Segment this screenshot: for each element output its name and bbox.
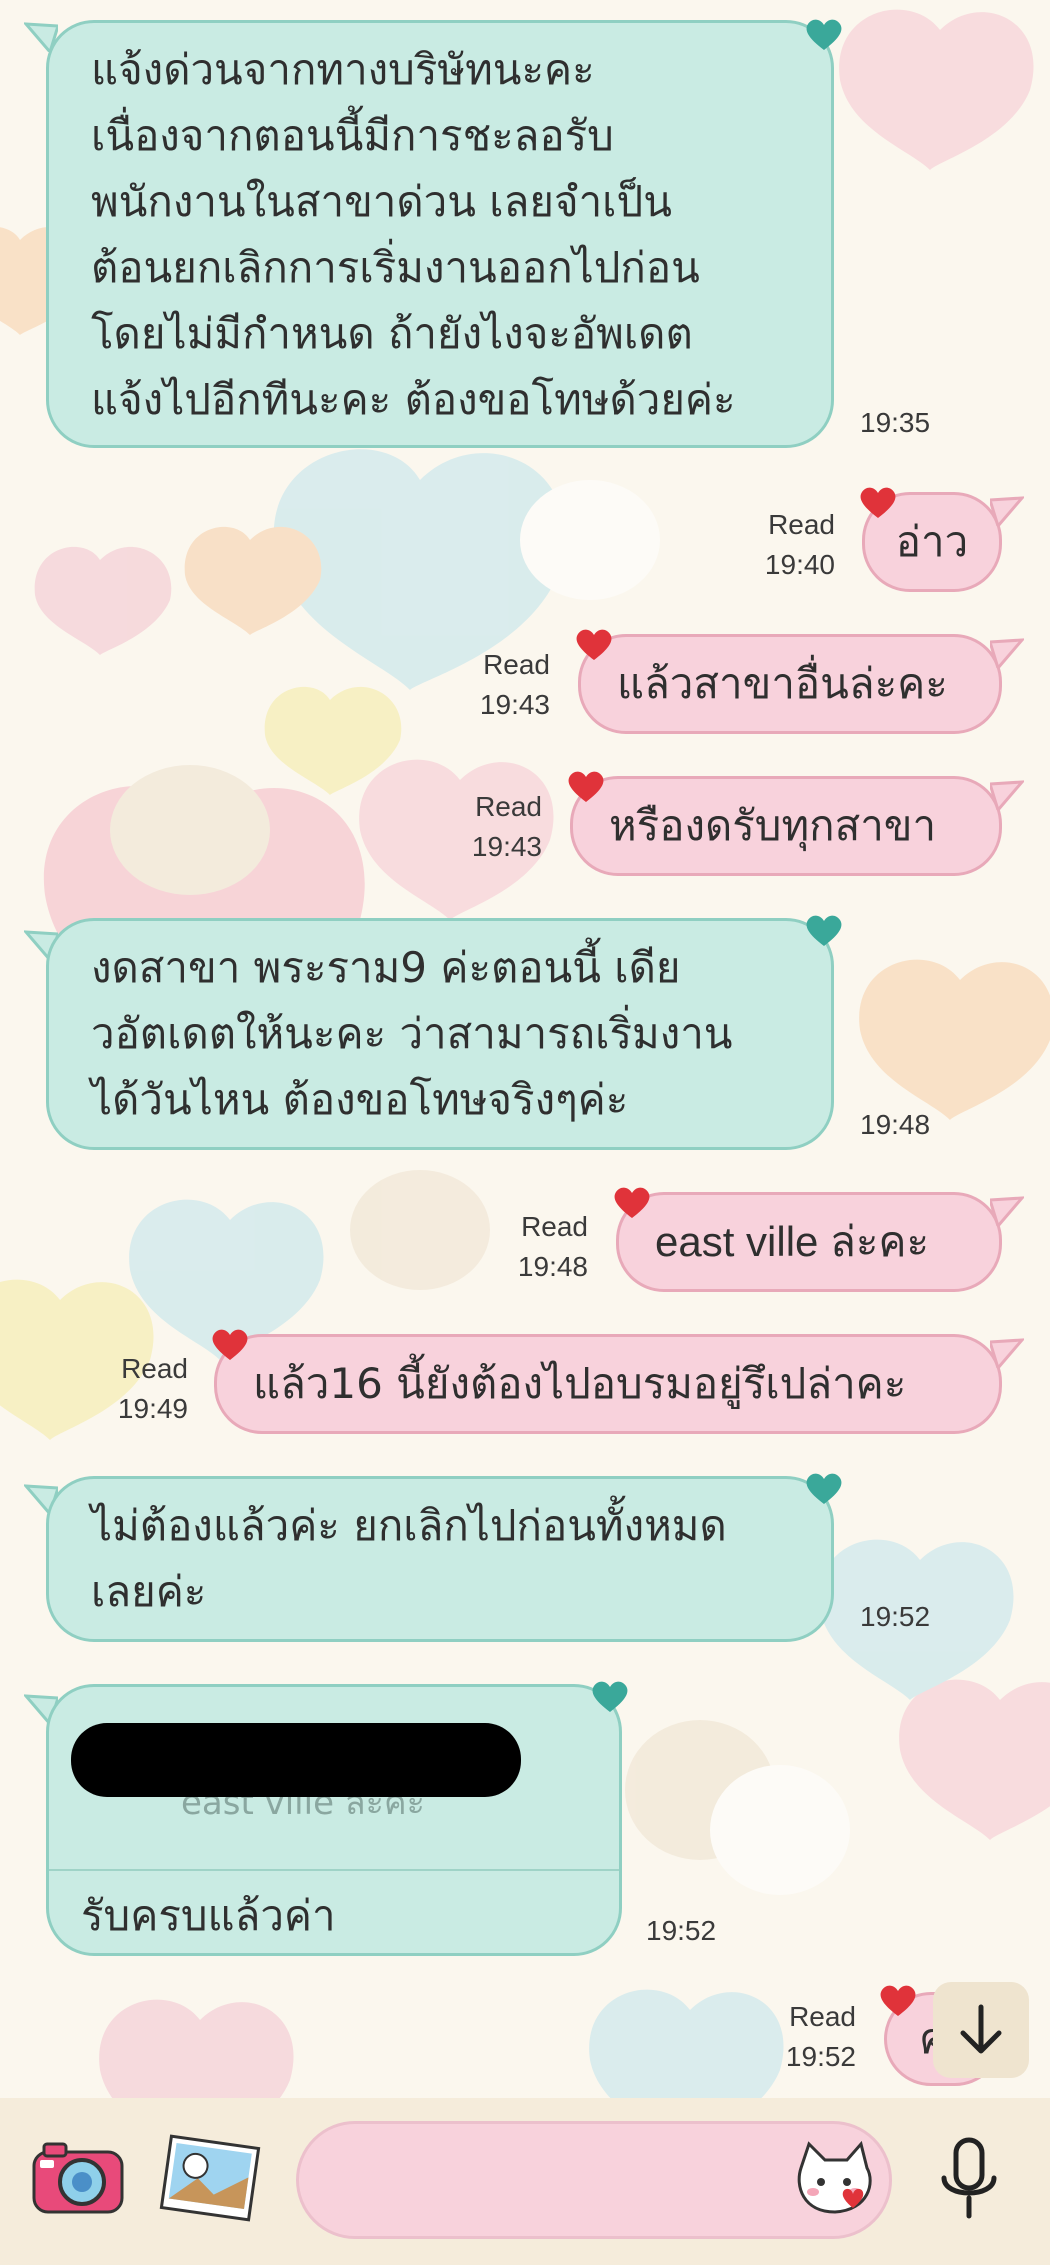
- message-line: ไม่ต้องแล้วค่ะ ยกเลิกไปก่อนทั้งหมด: [91, 1501, 727, 1550]
- bubble-tail-icon: [990, 1196, 1024, 1226]
- microphone-icon: [941, 2137, 997, 2219]
- message-incoming[interactable]: แจ้งด่วนจากทางบริษัทนะคะ เนื่องจากตอนนี้…: [0, 0, 1050, 460]
- message-time: 19:48: [860, 1109, 931, 1140]
- message-bubble[interactable]: east ville ล่ะคะ: [616, 1192, 1002, 1292]
- message-time: 19:43: [479, 689, 550, 720]
- message-line: ได้วันไหน ต้องขอโทษจริงๆค่ะ: [91, 1075, 629, 1124]
- red-heart-reaction-icon: [860, 487, 896, 518]
- message-text: รับครบแล้วค่า: [81, 1891, 336, 1940]
- message-bubble[interactable]: แล้วสาขาอื่นล่ะคะ: [578, 634, 1002, 734]
- message-line: ต้อนยกเลิกการเริ่มงานออกไปก่อน: [91, 243, 700, 292]
- bubble-tail-icon: [990, 638, 1024, 668]
- message-bubble[interactable]: หรืองดรับทุกสาขา: [570, 776, 1002, 876]
- message-bubble[interactable]: แล้ว16 นี้ยังต้องไปอบรมอยู่รึเปล่าคะ: [214, 1334, 1002, 1434]
- message-time: 19:48: [517, 1251, 588, 1282]
- message-time: 19:43: [471, 831, 542, 862]
- message-outgoing[interactable]: Read 19:49 แล้ว16 นี้ยังต้องไปอบรมอยู่รึ…: [0, 1322, 1050, 1442]
- sticker-button[interactable]: [791, 2138, 881, 2222]
- message-bubble[interactable]: แจ้งด่วนจากทางบริษัทนะคะ เนื่องจากตอนนี้…: [46, 20, 834, 448]
- message-line: โดยไม่มีกำหนด ถ้ายังไงจะอัพเดต: [91, 309, 693, 358]
- message-line: แจ้งด่วนจากทางบริษัทนะคะ: [91, 45, 595, 94]
- camera-button[interactable]: [28, 2138, 128, 2218]
- red-heart-reaction-icon: [880, 1985, 916, 2016]
- message-line: แจ้งไปอีกทีนะคะ ต้องขอโทษด้วยค่ะ: [91, 375, 736, 424]
- message-time: 19:49: [117, 1393, 188, 1424]
- message-outgoing[interactable]: Read 19:43 หรืองดรับทุกสาขา: [0, 762, 1050, 882]
- message-time: 19:40: [764, 549, 835, 580]
- message-line: พนักงานในสาขาด่วน เลยจำเป็น: [91, 177, 672, 226]
- teal-heart-reaction-icon: [806, 1473, 842, 1504]
- photo-gallery-icon: [159, 2134, 261, 2222]
- camera-icon: [32, 2142, 124, 2214]
- teal-heart-reaction-icon: [592, 1681, 628, 1712]
- reply-separator: [49, 1869, 619, 1871]
- message-time: 19:52: [646, 1915, 717, 1946]
- teal-heart-reaction-icon: [806, 19, 842, 50]
- read-status: Read: [121, 1353, 188, 1384]
- message-outgoing[interactable]: Read 19:40 อ่าว: [0, 480, 1050, 600]
- read-status: Read: [475, 791, 542, 822]
- message-outgoing[interactable]: Read 19:48 east ville ล่ะคะ: [0, 1182, 1050, 1302]
- message-bubble[interactable]: งดสาขา พระราม9 ค่ะตอนนี้ เดีย วอัตเดตให้…: [46, 918, 834, 1150]
- photo-gallery-button[interactable]: [158, 2132, 262, 2224]
- arrow-down-icon: [960, 2004, 1002, 2054]
- bubble-tail-icon: [990, 496, 1024, 526]
- message-bubble[interactable]: east ville ล่ะคะ รับครบแล้วค่า: [46, 1684, 622, 1956]
- message-time: 19:35: [860, 407, 931, 438]
- red-heart-reaction-icon: [212, 1329, 248, 1360]
- message-bubble[interactable]: ไม่ต้องแล้วค่ะ ยกเลิกไปก่อนทั้งหมด เลยค่…: [46, 1476, 834, 1642]
- read-status: Read: [483, 649, 550, 680]
- redaction-mark: [71, 1723, 521, 1797]
- scroll-to-bottom-button[interactable]: [933, 1982, 1029, 2078]
- message-incoming[interactable]: ไม่ต้องแล้วค่ะ ยกเลิกไปก่อนทั้งหมด เลยค่…: [0, 1462, 1050, 1642]
- message-line: วอัตเดตให้นะคะ ว่าสามารถเริ่มงาน: [91, 1009, 733, 1058]
- read-status: Read: [768, 509, 835, 540]
- bubble-tail-icon: [990, 780, 1024, 810]
- read-status: Read: [521, 1211, 588, 1242]
- message-outgoing[interactable]: Read 19:43 แล้วสาขาอื่นล่ะคะ: [0, 620, 1050, 740]
- red-heart-reaction-icon: [568, 771, 604, 802]
- message-text-input[interactable]: [296, 2121, 892, 2239]
- red-heart-reaction-icon: [614, 1187, 650, 1218]
- message-outgoing[interactable]: Read 19:52 ค: [0, 1985, 1050, 2096]
- teal-heart-reaction-icon: [806, 915, 842, 946]
- message-line: เลยค่ะ: [91, 1567, 207, 1616]
- message-line: งดสาขา พระราม9 ค่ะตอนนี้ เดีย: [91, 943, 681, 992]
- read-status: Read: [789, 2001, 856, 2032]
- bubble-tail-icon: [990, 1338, 1024, 1368]
- voice-record-button[interactable]: [934, 2132, 1004, 2228]
- message-time: 19:52: [785, 2041, 856, 2072]
- message-time: 19:52: [860, 1601, 931, 1632]
- message-incoming[interactable]: งดสาขา พระราม9 ค่ะตอนนี้ เดีย วอัตเดตให้…: [0, 908, 1050, 1158]
- cat-sticker-icon: [797, 2140, 872, 2214]
- message-line: เนื่องจากตอนนี้มีการชะลอรับ: [91, 111, 614, 160]
- red-heart-reaction-icon: [576, 629, 612, 660]
- message-input-bar: [0, 2098, 1050, 2265]
- message-incoming-reply[interactable]: east ville ล่ะคะ รับครบแล้วค่า 19:52: [0, 1672, 1050, 1962]
